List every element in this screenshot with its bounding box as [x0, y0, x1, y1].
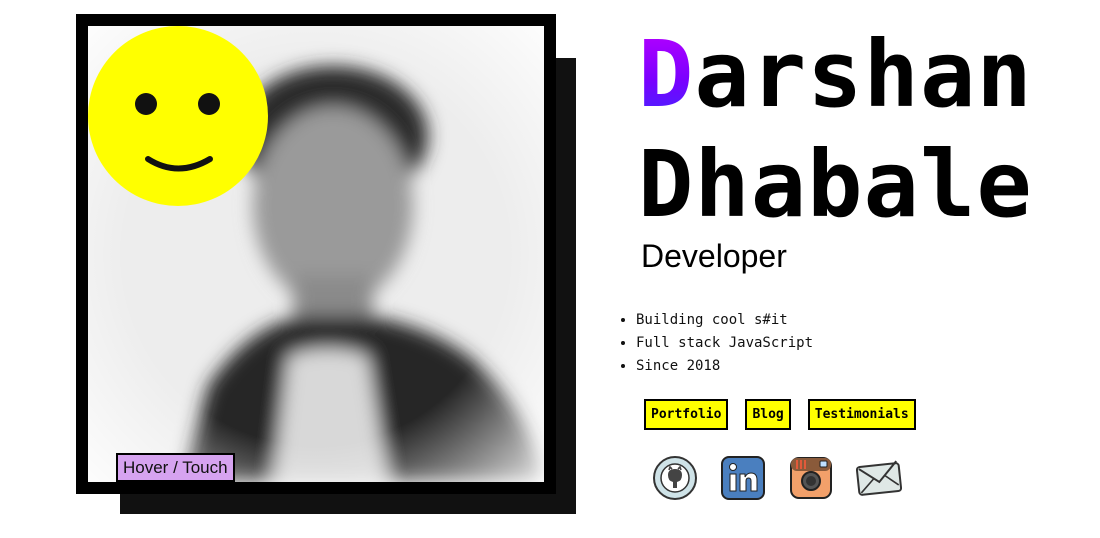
first-name: Darshan [638, 20, 1033, 130]
name-rest: arshan [694, 21, 1033, 128]
profile-photo[interactable]: Hover / Touch [88, 26, 544, 482]
name-initial: D [638, 21, 695, 128]
github-icon[interactable] [652, 455, 698, 501]
facts-list: Building cool s#it Full stack JavaScript… [618, 309, 813, 378]
fact-item: Building cool s#it [636, 309, 813, 332]
blog-link[interactable]: Blog [745, 399, 791, 430]
testimonials-link[interactable]: Testimonials [807, 399, 916, 430]
surname: Dhabale [638, 131, 1033, 238]
hover-touch-label: Hover / Touch [116, 453, 235, 482]
role-title: Developer [641, 238, 787, 274]
email-icon[interactable] [856, 455, 902, 501]
instagram-icon[interactable] [788, 455, 834, 501]
portfolio-link[interactable]: Portfolio [644, 399, 729, 430]
name-heading: Darshan Dhabale [638, 20, 1033, 240]
nav-links: Portfolio Blog Testimonials [644, 399, 916, 430]
social-links [652, 455, 902, 501]
profile-photo-frame[interactable]: Hover / Touch [76, 14, 556, 494]
smiley-face-icon [88, 26, 268, 206]
linkedin-icon[interactable] [720, 455, 766, 501]
fact-item: Since 2018 [636, 355, 813, 378]
page: Hover / Touch Darshan Dhabale Developer … [0, 0, 1100, 538]
fact-item: Full stack JavaScript [636, 332, 813, 355]
